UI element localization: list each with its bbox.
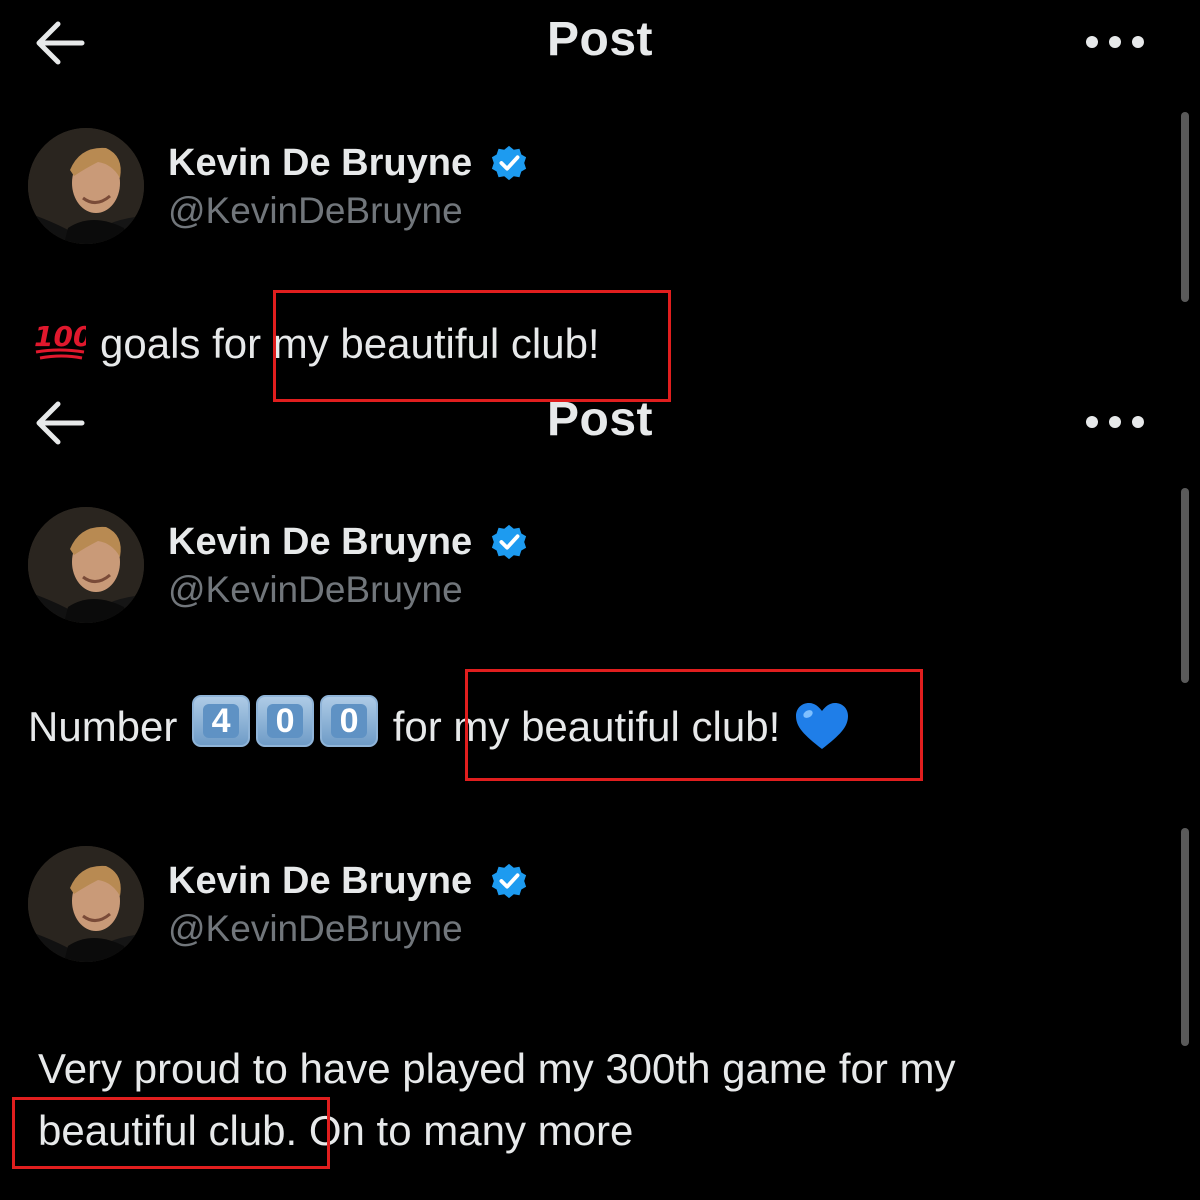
post-text-line-2: beautiful club. On to many more	[38, 1107, 633, 1155]
post-text-highlight: my beautiful club!	[272, 320, 600, 367]
post-text-highlight: my beautiful club!	[453, 703, 781, 750]
post-text: 100 goals for my beautiful club!	[32, 318, 600, 368]
svg-text:100: 100	[34, 320, 86, 353]
post-author: Kevin De Bruyne @KevinDeBruyne	[0, 507, 1200, 637]
post-header: Post	[0, 0, 1200, 80]
screenshot-collage: Post Kevin De Bruyne @KevinDeBruyne 10 g…	[0, 0, 1200, 1200]
author-handle[interactable]: @KevinDeBruyne	[168, 190, 463, 232]
keycap-digit-emoji-icon: 4	[192, 695, 251, 747]
verified-badge-icon	[491, 145, 527, 181]
blue-heart-emoji-icon	[796, 703, 849, 749]
author-handle[interactable]: @KevinDeBruyne	[168, 908, 463, 950]
avatar[interactable]	[28, 846, 144, 962]
post-text-highlight: beautiful club.	[38, 1107, 298, 1154]
author-handle[interactable]: @KevinDeBruyne	[168, 569, 463, 611]
post-text-prefix: goals for	[100, 320, 262, 367]
post-text-middle: for	[392, 703, 442, 750]
post-text-suffix: On to many more	[308, 1107, 634, 1154]
hundred-points-emoji-icon: 100	[34, 320, 86, 360]
keycap-digit-emoji-icon: 0	[320, 695, 379, 747]
post-text-prefix: Number	[28, 703, 178, 750]
author-name[interactable]: Kevin De Bruyne	[168, 142, 472, 185]
post-text: Number 400 for my beautiful club!	[28, 695, 850, 751]
verified-badge-icon	[491, 524, 527, 560]
post-author: Kevin De Bruyne @KevinDeBruyne	[0, 846, 1200, 976]
keycap-digit-emoji-icon: 0	[256, 695, 315, 747]
page-title: Post	[546, 393, 653, 446]
page-title: Post	[546, 13, 653, 66]
post-header: Post	[0, 380, 1200, 460]
more-horizontal-icon[interactable]	[1080, 22, 1150, 62]
more-horizontal-icon[interactable]	[1080, 402, 1150, 442]
post-author: Kevin De Bruyne @KevinDeBruyne	[0, 128, 1200, 258]
avatar[interactable]	[28, 507, 144, 623]
post-text-line-1: Very proud to have played my 300th game …	[38, 1045, 956, 1092]
author-name[interactable]: Kevin De Bruyne	[168, 860, 472, 903]
verified-badge-icon	[491, 863, 527, 899]
author-name[interactable]: Kevin De Bruyne	[168, 521, 472, 564]
avatar[interactable]	[28, 128, 144, 244]
